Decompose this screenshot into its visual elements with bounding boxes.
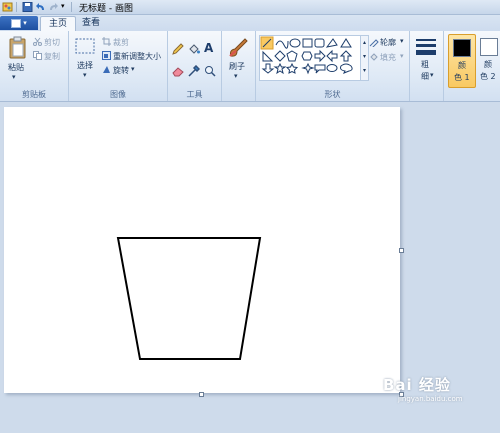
color-2-label-line1: 颜: [484, 60, 492, 69]
shapes-gallery: [259, 35, 361, 81]
brushes-group: 刷子 ▾: [222, 31, 256, 101]
tools-group-label: 工具: [186, 90, 203, 99]
paint-menu-button[interactable]: ▾: [0, 16, 38, 30]
resize-button[interactable]: 重新调整大小: [113, 51, 161, 62]
eraser-icon[interactable]: [172, 65, 184, 80]
scissors-icon: [33, 37, 42, 49]
cut-button[interactable]: 剪切: [44, 37, 60, 48]
clipboard-group: 粘贴 ▾ 剪切 复制 剪贴板: [0, 31, 69, 101]
color-picker-icon[interactable]: [188, 64, 201, 80]
rotate-icon: [102, 65, 111, 77]
size-group: 粗 细 ▾: [410, 31, 444, 101]
pencil-icon[interactable]: [172, 43, 184, 58]
image-group-label: 图像: [110, 90, 126, 99]
watermark-url: jingyan.baidu.com: [398, 395, 463, 403]
fill-bucket-icon[interactable]: [188, 43, 200, 58]
resize-icon: [102, 51, 111, 63]
redo-icon[interactable]: [48, 2, 59, 12]
chevron-down-icon[interactable]: ▾: [430, 71, 434, 79]
ribbon: 粘贴 ▾ 剪切 复制 剪贴板 选择 ▾ 裁剪 重新调整大小 旋转 ▾ 图像 A …: [0, 31, 500, 102]
color-1-swatch: [453, 39, 471, 57]
chevron-down-icon[interactable]: ▾: [83, 71, 87, 79]
image-group: 选择 ▾ 裁剪 重新调整大小 旋转 ▾ 图像: [69, 31, 168, 101]
document-icon: [11, 18, 22, 28]
outline-button[interactable]: 轮廓: [380, 37, 396, 48]
undo-icon[interactable]: [35, 2, 46, 12]
drawn-shape-trapezoid: [116, 237, 262, 360]
shapes-group-label: 形状: [324, 90, 341, 99]
magnifier-icon[interactable]: [204, 65, 216, 80]
resize-handle-right[interactable]: [399, 248, 404, 253]
separator: [71, 2, 72, 12]
clipboard-group-label: 剪贴板: [22, 90, 46, 99]
color-1-label-line2: 色 1: [454, 73, 470, 82]
fill-button[interactable]: 填充: [380, 52, 396, 63]
paste-icon[interactable]: [8, 36, 28, 63]
line-size-icon[interactable]: [416, 38, 436, 59]
copy-icon: [33, 51, 42, 63]
tab-home[interactable]: 主页: [40, 16, 77, 32]
color-2-swatch: [480, 38, 498, 56]
ribbon-tab-row: ▾ 主页 查看: [0, 15, 500, 32]
window-title: 无标题 - 画图: [79, 3, 133, 14]
color-2-label-line2: 色 2: [480, 72, 496, 81]
chevron-down-icon: ▾: [23, 19, 27, 27]
size-label-line2: 细: [421, 72, 429, 81]
save-icon[interactable]: [22, 2, 33, 12]
shapes-gallery-scroll[interactable]: ▴ ▾ ▾: [360, 35, 369, 81]
paste-button[interactable]: 粘贴: [8, 62, 24, 73]
chevron-down-icon[interactable]: ▾: [400, 52, 404, 60]
separator: [16, 2, 17, 12]
chevron-down-icon[interactable]: ▾: [400, 37, 404, 45]
color-1-button[interactable]: 颜 色 1: [448, 34, 476, 88]
resize-handle-bottom[interactable]: [199, 392, 204, 397]
color-1-label-line1: 颜: [458, 61, 466, 70]
size-label-line1: 粗: [421, 60, 429, 69]
chevron-down-icon[interactable]: ▾: [131, 65, 135, 73]
title-bar: ▾ 无标题 - 画图: [0, 0, 500, 15]
brushes-button[interactable]: 刷子: [229, 61, 245, 72]
fill-icon: [369, 52, 379, 65]
rotate-button[interactable]: 旋转: [113, 65, 129, 76]
shapes-gallery-icons[interactable]: [260, 36, 360, 80]
outline-icon: [369, 37, 379, 50]
crop-icon: [102, 37, 111, 49]
chevron-down-icon[interactable]: ▾: [12, 73, 16, 81]
shapes-group: ▴ ▾ ▾ 轮廓 ▾ 填充 ▾ 形状: [256, 31, 410, 101]
tab-view[interactable]: 查看: [74, 16, 108, 31]
workspace: Bai 经验 jingyan.baidu.com: [0, 102, 500, 433]
copy-button[interactable]: 复制: [44, 51, 60, 62]
text-tool-icon[interactable]: A: [204, 41, 213, 55]
watermark-logo: Bai 经验: [383, 376, 451, 394]
brush-icon[interactable]: [227, 37, 249, 62]
select-icon[interactable]: [75, 38, 95, 57]
crop-button[interactable]: 裁剪: [113, 37, 129, 48]
chevron-down-icon[interactable]: ▾: [234, 72, 238, 80]
tools-group: A 工具: [168, 31, 222, 101]
paint-app-icon: [2, 2, 13, 12]
color-2-button[interactable]: 颜 色 2: [477, 34, 500, 86]
customize-quick-access-icon[interactable]: ▾: [61, 2, 68, 12]
drawing-canvas[interactable]: [4, 107, 400, 393]
select-button[interactable]: 选择: [77, 60, 93, 71]
